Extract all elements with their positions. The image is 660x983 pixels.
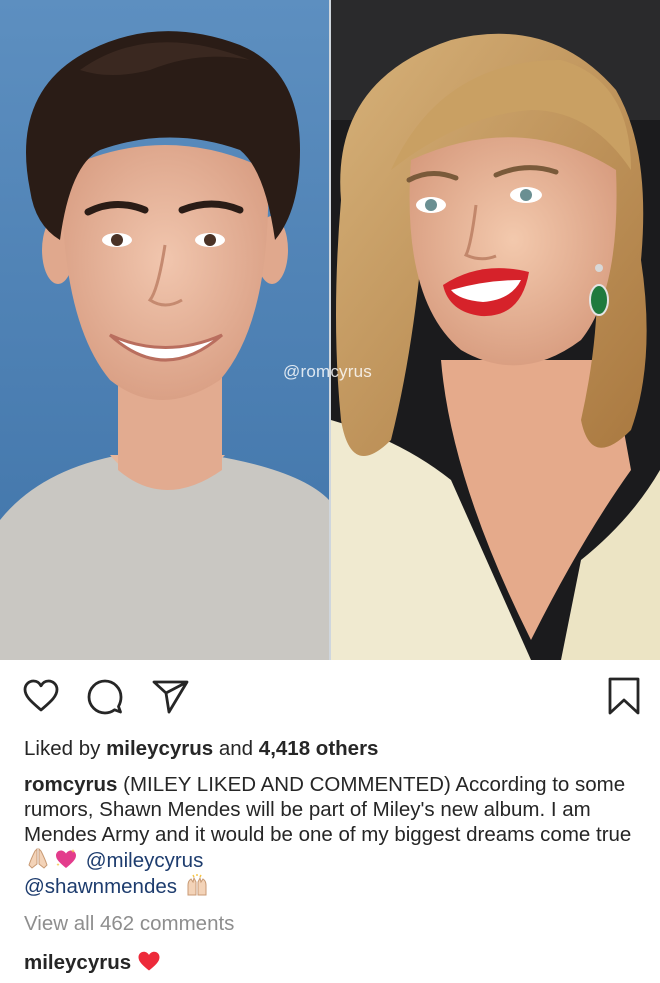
post-image[interactable]: @romcyrus xyxy=(0,0,660,660)
caption-username-link[interactable]: romcyrus xyxy=(24,773,117,796)
like-button[interactable] xyxy=(21,676,61,716)
comment-button[interactable] xyxy=(85,676,125,716)
comment-row: mileycyrus xyxy=(24,949,636,975)
mention-shawnmendes-link[interactable]: @shawnmendes xyxy=(24,875,177,898)
view-all-comments-link[interactable]: View all 462 comments xyxy=(24,911,636,936)
post-caption: romcyrus (MILEY LIKED AND COMMENTED) Acc… xyxy=(24,772,636,899)
save-button[interactable] xyxy=(604,676,644,716)
comment-username-link[interactable]: mileycyrus xyxy=(24,951,131,974)
sparkling-heart-emoji-icon xyxy=(54,847,78,871)
photo-right-miley xyxy=(331,0,660,660)
likes-count-link[interactable]: 4,418 others xyxy=(259,737,379,760)
bookmark-icon xyxy=(608,677,640,715)
likes-summary: Liked by mileycyrus and 4,418 others xyxy=(24,736,636,761)
paper-plane-icon xyxy=(152,680,189,714)
share-button[interactable] xyxy=(150,676,190,716)
mention-mileycyrus-link[interactable]: @mileycyrus xyxy=(86,849,204,872)
folded-hands-emoji-icon xyxy=(26,847,50,871)
watermark-text: @romcyrus xyxy=(283,362,372,381)
raising-hands-emoji-icon xyxy=(185,873,209,897)
photo-left-shawn xyxy=(0,0,329,660)
heart-outline-icon xyxy=(23,679,59,712)
liked-by-user-link[interactable]: mileycyrus xyxy=(106,737,213,760)
red-heart-emoji-icon xyxy=(137,949,161,973)
likes-middle: and xyxy=(213,737,259,760)
comment-bubble-icon xyxy=(87,679,123,715)
likes-prefix: Liked by xyxy=(24,737,107,760)
